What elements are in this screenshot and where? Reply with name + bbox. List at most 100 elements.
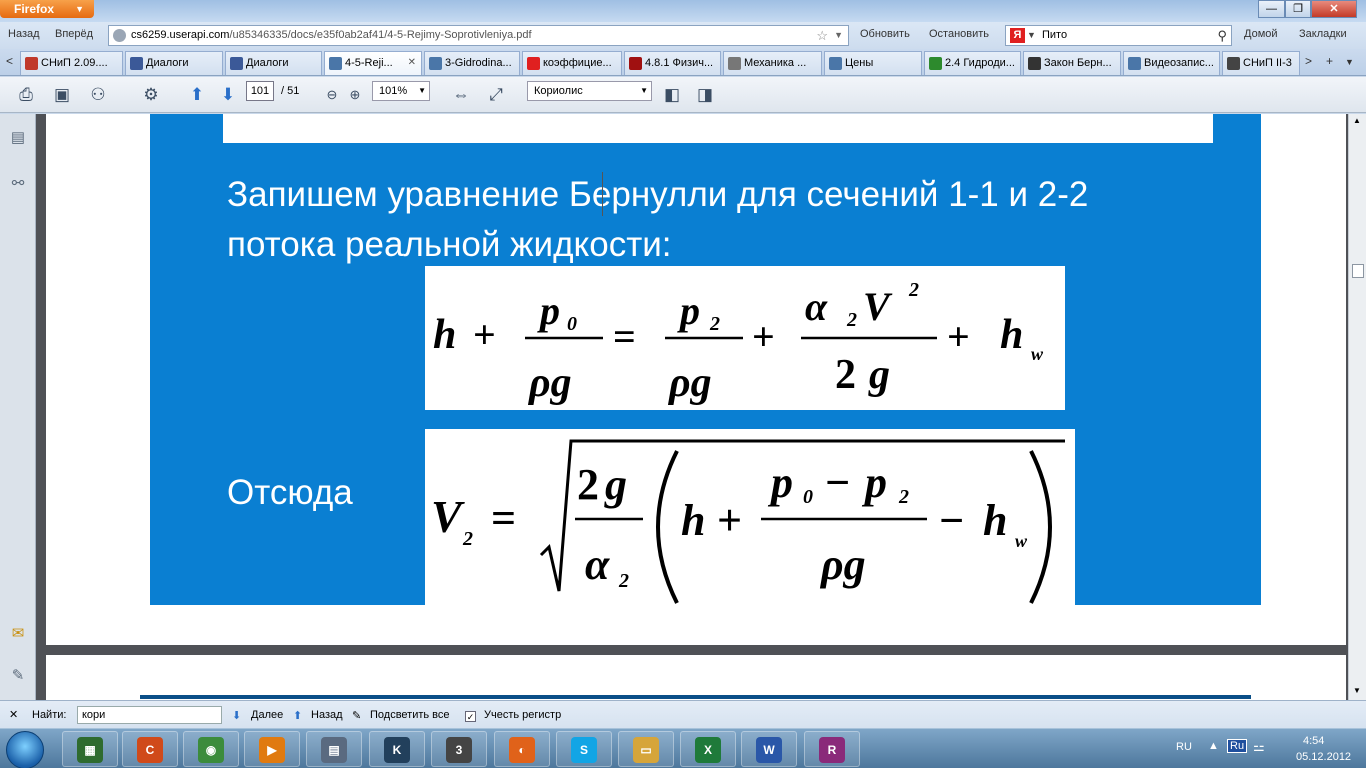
tab[interactable]: Видеозапис... bbox=[1123, 51, 1220, 75]
find-next-button[interactable]: Далее bbox=[251, 709, 283, 721]
taskbar-app-media-player[interactable]: ▶ bbox=[244, 731, 300, 767]
taskbar-app-skype[interactable]: S bbox=[556, 731, 612, 767]
stop-button[interactable]: Остановить bbox=[929, 28, 989, 40]
match-case-checkbox[interactable]: ✓ bbox=[465, 709, 479, 722]
scroll-down-icon[interactable]: ▼ bbox=[1353, 686, 1361, 695]
text-cursor bbox=[602, 172, 603, 216]
zoom-select[interactable]: 101% ▼ bbox=[372, 81, 430, 101]
svg-text:0: 0 bbox=[803, 486, 813, 508]
scroll-up-icon[interactable]: ▲ bbox=[1353, 116, 1361, 125]
new-tab-icon[interactable]: + bbox=[1326, 54, 1333, 68]
share-icon[interactable]: ⚇ bbox=[86, 83, 110, 107]
pages-icon[interactable]: ▤ bbox=[8, 128, 28, 148]
attachment-icon[interactable]: ✎ bbox=[8, 666, 28, 686]
search-engine-dropdown-icon[interactable]: ▼ bbox=[1027, 26, 1036, 45]
url-dropdown-icon[interactable]: ▼ bbox=[834, 26, 843, 45]
tab-list-icon[interactable]: ▼ bbox=[1345, 57, 1354, 67]
start-button[interactable] bbox=[6, 731, 44, 768]
tab[interactable]: Цены bbox=[824, 51, 922, 75]
binoculars-icon[interactable]: ⚯ bbox=[8, 174, 28, 194]
svg-text:w: w bbox=[1015, 531, 1028, 551]
taskbar-app-media-classic[interactable]: 3 bbox=[431, 731, 487, 767]
tray-time[interactable]: 4:54 bbox=[1303, 735, 1324, 747]
tab[interactable]: СНиП II-3 bbox=[1222, 51, 1300, 75]
media-classic-icon: 3 bbox=[446, 737, 472, 763]
scrollbar-thumb[interactable] bbox=[1352, 264, 1364, 278]
search-input[interactable]: Пито bbox=[1042, 29, 1067, 41]
tab[interactable]: Диалоги bbox=[125, 51, 223, 75]
close-tab-icon[interactable]: ✕ bbox=[408, 52, 416, 74]
back-button[interactable]: Назад bbox=[8, 28, 40, 40]
page-down-icon[interactable]: ⬇ bbox=[216, 83, 240, 107]
fit-width-icon[interactable]: ⇔ bbox=[449, 83, 473, 107]
home-button[interactable]: Домой bbox=[1244, 28, 1278, 40]
comments-icon[interactable]: ✉ bbox=[8, 624, 28, 644]
close-window-button[interactable]: ✕ bbox=[1311, 0, 1357, 18]
minimize-button[interactable]: — bbox=[1258, 0, 1285, 18]
taskbar-app-excel[interactable]: X bbox=[680, 731, 736, 767]
tab[interactable]: 3-Gidrodina... bbox=[424, 51, 520, 75]
svg-text:ρg: ρg bbox=[667, 360, 712, 406]
firefox-menu-button[interactable]: Firefox ▼ bbox=[0, 0, 94, 18]
save-icon[interactable]: ▣ bbox=[50, 83, 74, 107]
vk-icon bbox=[230, 57, 243, 70]
zoom-out-icon[interactable]: ⊖ bbox=[320, 83, 344, 107]
tab[interactable]: Закон Берн... bbox=[1023, 51, 1121, 75]
find-previous-icon[interactable]: ◧ bbox=[660, 83, 684, 107]
find-previous-button[interactable]: Назад bbox=[311, 709, 343, 721]
tab-label: Закон Берн... bbox=[1044, 57, 1112, 69]
tab[interactable]: Механика ... bbox=[723, 51, 822, 75]
highlight-all-button[interactable]: Подсветить все bbox=[370, 709, 450, 721]
chevron-down-icon: ▼ bbox=[418, 86, 426, 95]
forward-button[interactable]: Вперёд bbox=[55, 28, 93, 40]
taskbar-app-word[interactable]: W bbox=[741, 731, 797, 767]
find-previous-arrow-icon[interactable]: ⬆ bbox=[293, 709, 302, 722]
taskbar-app-explorer[interactable]: ▭ bbox=[618, 731, 674, 767]
find-next-arrow-icon[interactable]: ⬇ bbox=[232, 709, 241, 722]
bookmarks-button[interactable]: Закладки bbox=[1299, 28, 1347, 40]
svg-text:2: 2 bbox=[618, 570, 629, 592]
pdf-viewport[interactable]: Запишем уравнение Бернулли для сечений 1… bbox=[36, 114, 1348, 700]
vertical-scrollbar[interactable]: ▲ ▼ bbox=[1348, 114, 1366, 700]
find-next-icon[interactable]: ◨ bbox=[693, 83, 717, 107]
pdf-find-combo[interactable]: Кориолис ▼ bbox=[527, 81, 652, 101]
tray-language-badge[interactable]: Ru bbox=[1227, 739, 1248, 753]
taskbar-app-calculator[interactable]: ▤ bbox=[306, 731, 362, 767]
bookmark-star-icon[interactable]: ☆ bbox=[816, 26, 828, 45]
tab[interactable]: 4.8.1 Физич... bbox=[624, 51, 721, 75]
url-bar[interactable]: cs6259.userapi.com/u85346335/docs/e35f0a… bbox=[108, 25, 849, 46]
tab[interactable]: 2.4 Гидроди... bbox=[924, 51, 1021, 75]
highlight-icon[interactable]: ✎ bbox=[352, 709, 361, 722]
tab[interactable]: Диалоги bbox=[225, 51, 322, 75]
taskbar-app-winrar[interactable]: R bbox=[804, 731, 860, 767]
search-bar[interactable]: Я ▼ Пито ⚲ bbox=[1005, 25, 1232, 46]
print-icon[interactable]: ⎙ bbox=[14, 83, 38, 107]
tray-date[interactable]: 05.12.2012 bbox=[1296, 751, 1351, 763]
taskbar-app-chrome[interactable]: ◉ bbox=[183, 731, 239, 767]
page-up-icon[interactable]: ⬆ bbox=[185, 83, 209, 107]
maximize-button[interactable]: ❐ bbox=[1285, 0, 1311, 18]
find-input[interactable]: кори bbox=[77, 706, 222, 724]
taskbar-app-firefox[interactable]: ◐ bbox=[494, 731, 550, 767]
tab[interactable]: коэффицие... bbox=[522, 51, 622, 75]
tab[interactable]: СНиП 2.09.... bbox=[20, 51, 123, 75]
close-find-bar-icon[interactable]: ✕ bbox=[9, 708, 18, 721]
zoom-in-icon[interactable]: ⊕ bbox=[343, 83, 367, 107]
taskbar-app-kmplayer[interactable]: K bbox=[369, 731, 425, 767]
tab[interactable]: 4-5-Reji... ✕ bbox=[324, 51, 422, 75]
settings-icon[interactable]: ⚙ bbox=[139, 83, 163, 107]
tab-label: Видеозапис... bbox=[1144, 57, 1214, 69]
tab-scroll-left-icon[interactable]: < bbox=[6, 54, 13, 68]
page-number-input[interactable]: 101 bbox=[246, 81, 274, 101]
fit-page-icon[interactable]: ⤢ bbox=[484, 83, 508, 107]
tab-scroll-right-icon[interactable]: > bbox=[1305, 54, 1312, 68]
taskbar-app-task-manager[interactable]: ▦ bbox=[62, 731, 118, 767]
tray-arrow-icon[interactable]: ▲ bbox=[1208, 740, 1219, 752]
search-icon[interactable]: ⚲ bbox=[1217, 26, 1227, 45]
svg-text:p: p bbox=[767, 458, 793, 507]
taskbar-app-ccleaner[interactable]: C bbox=[122, 731, 178, 767]
network-icon[interactable]: ⚍ bbox=[1253, 739, 1265, 755]
slide-sentence-line2: потока реальной жидкости: bbox=[227, 225, 672, 264]
tray-language[interactable]: RU bbox=[1176, 741, 1192, 753]
reload-button[interactable]: Обновить bbox=[860, 28, 910, 40]
